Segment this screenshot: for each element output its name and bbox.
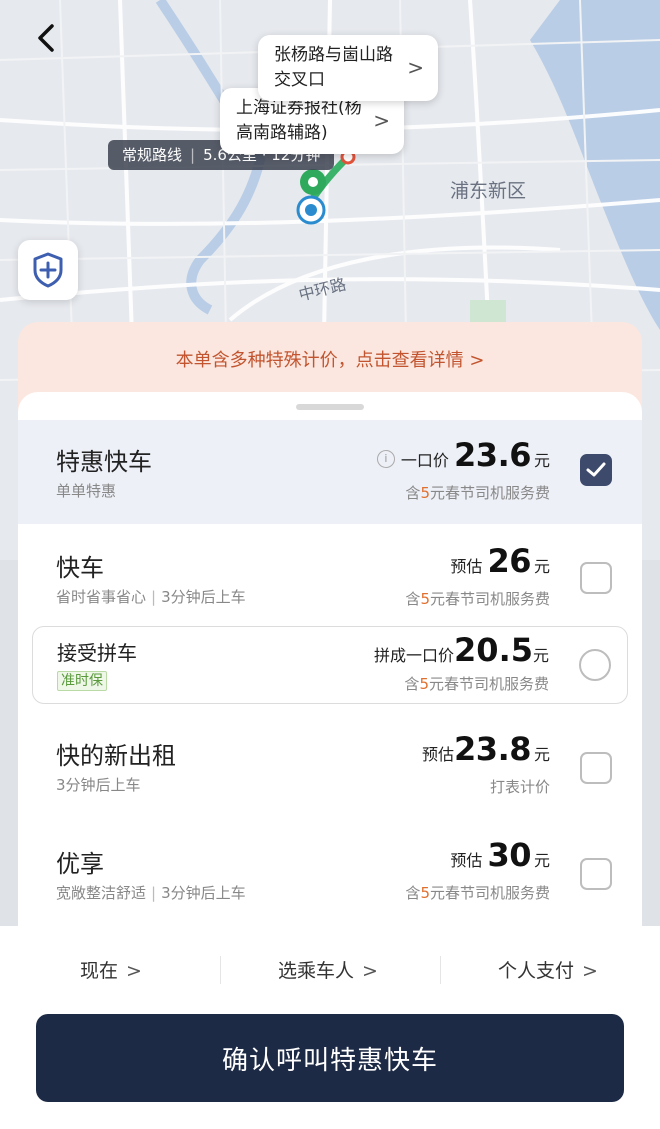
departure-time-selector[interactable]: 现在 >: [80, 956, 142, 983]
bottom-bar: 现在 > 选乘车人 > 个人支付 > 确认呼叫特惠快车: [0, 926, 660, 1129]
check-icon: [586, 462, 606, 477]
ride-option-price: 预估23.8 元: [422, 730, 550, 768]
ride-option-checkbox[interactable]: [580, 752, 612, 784]
ride-option-price: 预估 26 元: [450, 542, 550, 580]
info-icon[interactable]: i: [376, 450, 395, 468]
ride-option-fee: 打表计价: [489, 778, 550, 796]
chevron-right-icon: >: [407, 55, 424, 80]
sheet-drag-handle[interactable]: [296, 404, 364, 410]
destination-bubble-text: 张杨路与崮山路交叉口: [274, 45, 393, 90]
carpool-option[interactable]: 接受拼车 准时保 拼成一口价20.5元 含5元春节司机服务费: [32, 626, 628, 704]
ride-option-youxiang[interactable]: 优享 宽敞整洁舒适 | 3分钟后上车 预估 30 元 含5元春节司机服务费: [18, 816, 642, 920]
safety-button[interactable]: [18, 240, 78, 300]
map-label-pudong: 浦东新区: [450, 180, 527, 202]
special-pricing-notice-text: 本单含多种特殊计价，点击查看详情 >: [175, 350, 485, 371]
chevron-left-icon: [38, 24, 54, 52]
ride-option-sub: 省时省事省心 | 3分钟后上车: [56, 588, 246, 606]
ride-option-sub: 单单特惠: [56, 482, 117, 500]
ride-option-name: 快的新出租: [56, 742, 176, 770]
ride-option-tehui[interactable]: 特惠快车 单单特惠 i 一口价 23.6 元 含5元春节司机服务费: [18, 420, 642, 524]
on-time-badge: 准时保: [57, 671, 107, 691]
ride-option-fee: 含5元春节司机服务费: [405, 884, 550, 902]
carpool-radio[interactable]: [579, 649, 611, 681]
divider: [220, 956, 221, 984]
ride-option-name: 特惠快车: [56, 448, 152, 476]
ride-option-price: i 一口价 23.6 元: [376, 436, 550, 474]
passenger-selector[interactable]: 选乘车人 >: [278, 956, 378, 983]
ride-option-taxi[interactable]: 快的新出租 3分钟后上车 预估23.8 元 打表计价: [18, 712, 642, 816]
ride-option-fee: 含5元春节司机服务费: [405, 590, 550, 608]
ride-option-checkbox[interactable]: [580, 858, 612, 890]
ride-option-name: 快车: [56, 554, 104, 582]
route-tag-label: 常规路线: [122, 146, 183, 164]
carpool-price: 拼成一口价20.5元: [374, 631, 549, 669]
chevron-right-icon: >: [582, 960, 598, 982]
ride-option-price: 预估 30 元: [450, 836, 550, 874]
pickup-bubble-text: 上海证券报社(杨高南路辅路): [236, 98, 362, 143]
ride-option-name: 优享: [56, 850, 104, 878]
divider: [440, 956, 441, 984]
confirm-call-button[interactable]: 确认呼叫特惠快车: [36, 1014, 624, 1102]
back-button[interactable]: [26, 18, 66, 58]
destination-bubble[interactable]: 张杨路与崮山路交叉口 >: [258, 35, 438, 101]
shield-plus-icon: [33, 252, 63, 288]
chevron-right-icon: >: [362, 960, 378, 982]
ride-option-sub: 宽敞整洁舒适 | 3分钟后上车: [56, 884, 246, 902]
carpool-name: 接受拼车: [57, 641, 137, 665]
payment-selector[interactable]: 个人支付 >: [498, 956, 598, 983]
chevron-right-icon: >: [373, 108, 390, 133]
carpool-fee: 含5元春节司机服务费: [404, 675, 549, 693]
ride-options-sheet: 特惠快车 单单特惠 i 一口价 23.6 元 含5元春节司机服务费 快车 省时省事省…: [18, 392, 642, 932]
ride-option-checkbox[interactable]: [580, 562, 612, 594]
ride-option-sub: 3分钟后上车: [56, 776, 141, 794]
chevron-right-icon: >: [126, 960, 142, 982]
ride-option-fee: 含5元春节司机服务费: [405, 484, 550, 502]
ride-option-checkbox[interactable]: [580, 454, 612, 486]
ride-option-kuaiche[interactable]: 快车 省时省事省心 | 3分钟后上车 预估 26 元 含5元春节司机服务费: [18, 524, 642, 626]
